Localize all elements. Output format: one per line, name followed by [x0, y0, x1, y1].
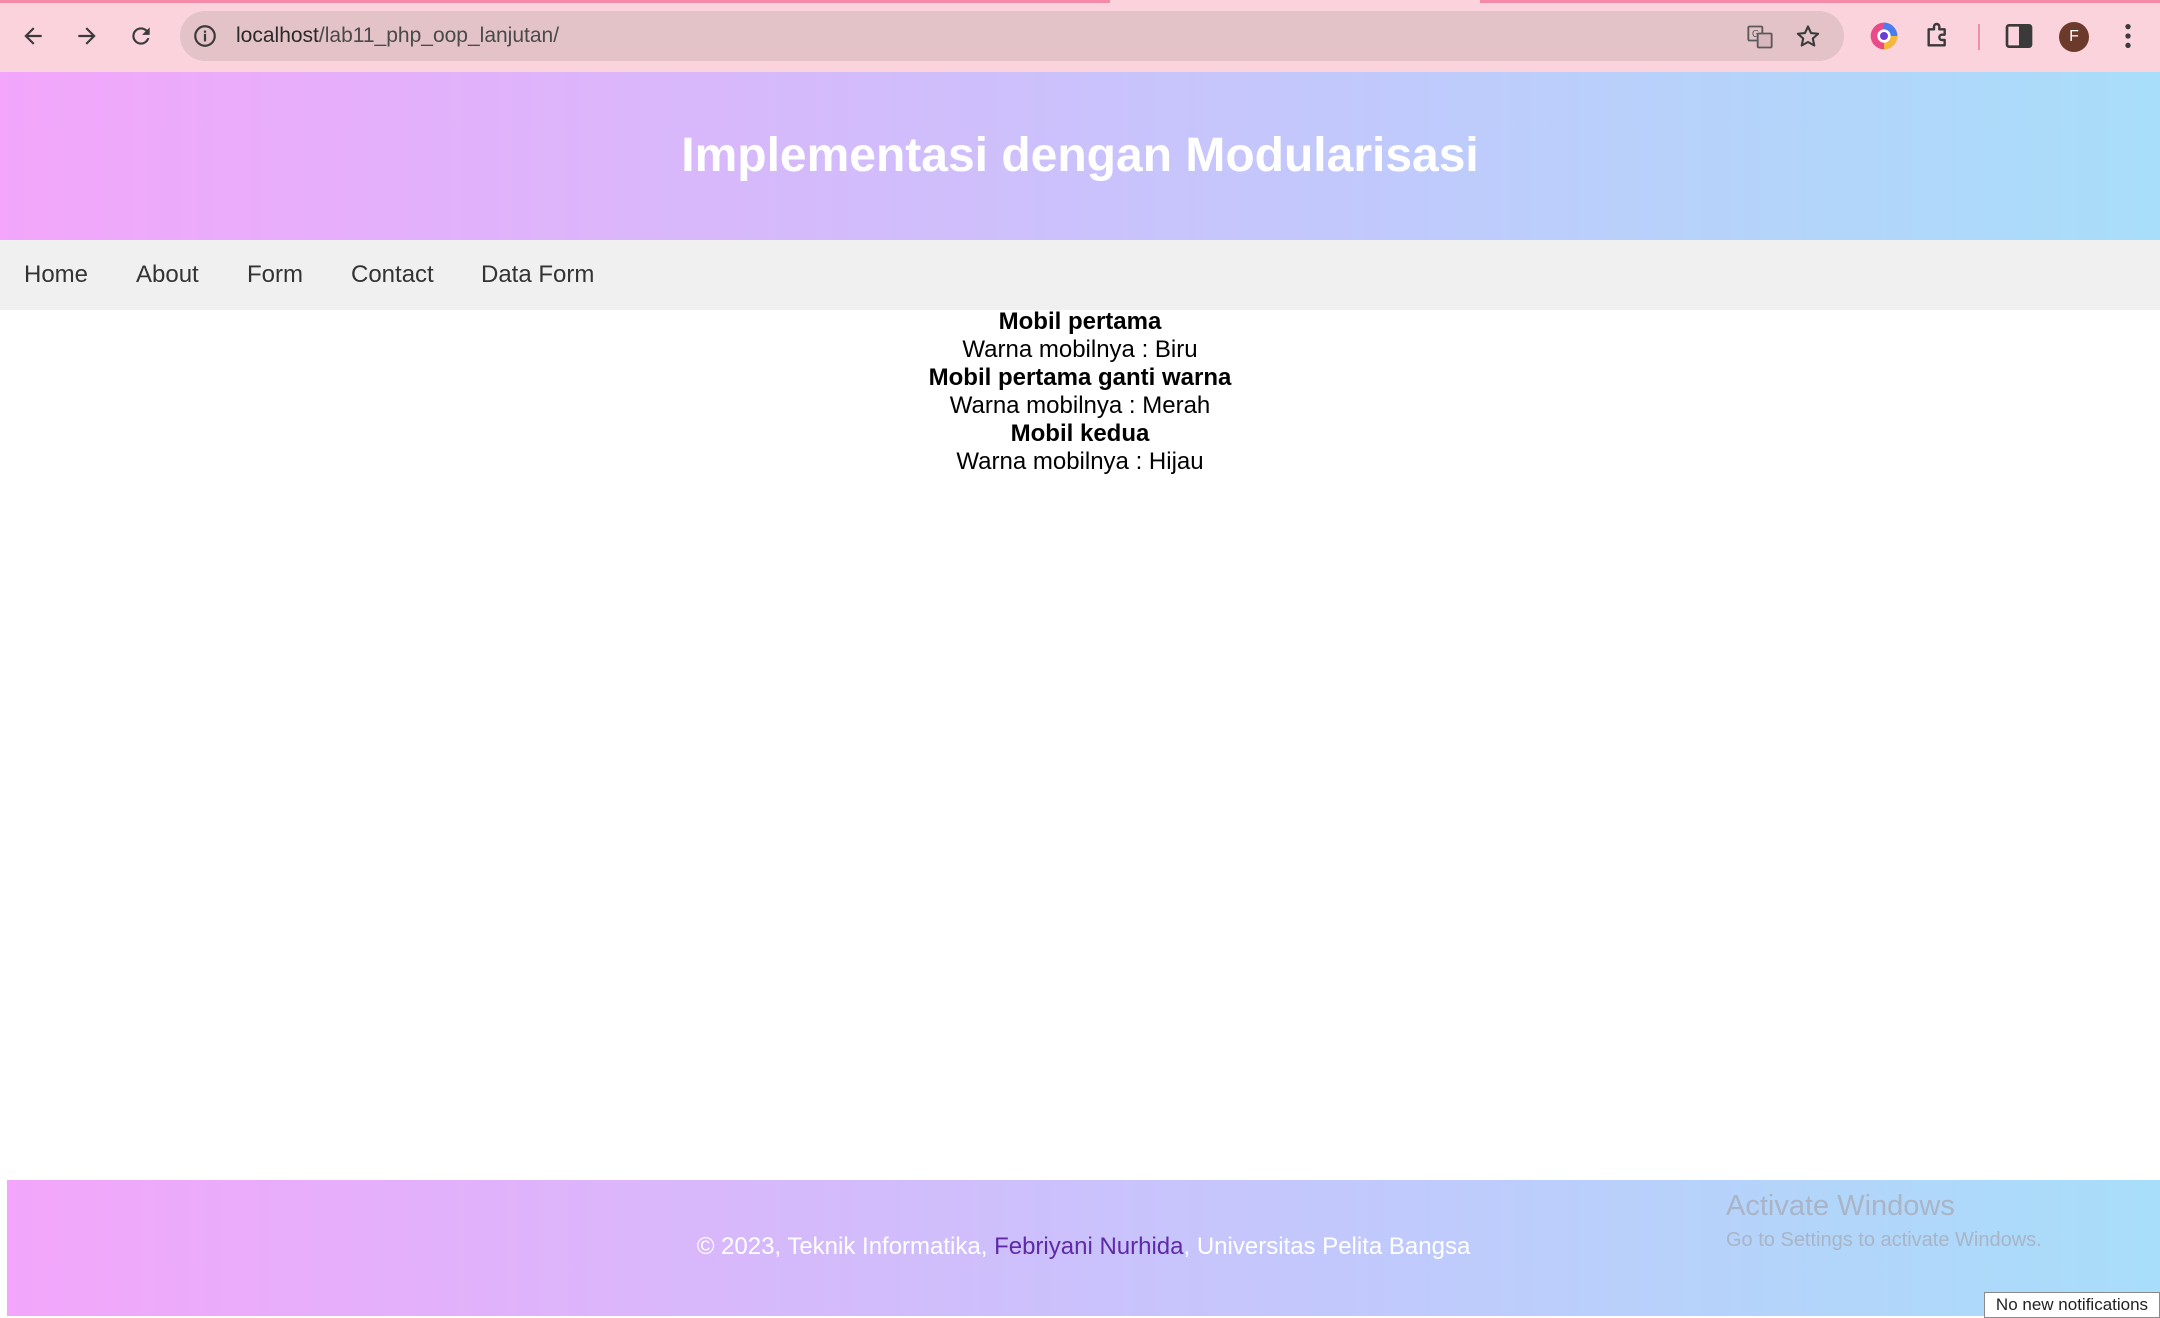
nav-link-form[interactable]: Form: [247, 240, 303, 310]
forward-button[interactable]: [68, 17, 106, 55]
main-nav: Home About Form Contact Data Form: [0, 240, 2160, 310]
tab-strip-accent: [0, 0, 1110, 3]
url-path: /lab11_php_oop_lanjutan/: [318, 24, 560, 47]
nav-link-data-form[interactable]: Data Form: [481, 240, 594, 310]
profile-avatar[interactable]: F: [2059, 22, 2089, 52]
reload-button[interactable]: [122, 17, 160, 55]
car-color-text: Warna mobilnya : Merah: [949, 392, 1211, 419]
car-heading: Mobil pertama: [998, 308, 1162, 335]
url-text[interactable]: localhost/lab11_php_oop_lanjutan/: [236, 11, 559, 61]
activate-windows-title: Activate Windows: [1726, 1190, 1955, 1222]
page-title: Implementasi dengan Modularisasi: [681, 129, 1479, 182]
more-menu-icon[interactable]: [2112, 20, 2144, 52]
nav-link-home[interactable]: Home: [24, 240, 88, 310]
nav-link-contact[interactable]: Contact: [351, 240, 434, 310]
car-heading: Mobil pertama ganti warna: [928, 364, 1232, 391]
reload-icon: [132, 27, 150, 45]
translate-icon[interactable]: G: [1746, 23, 1774, 51]
notification-tooltip: No new notifications: [1984, 1292, 2160, 1318]
nav-link-about[interactable]: About: [136, 240, 199, 310]
main-content: Mobil pertama Warna mobilnya : Biru Mobi…: [0, 308, 2160, 476]
tab-strip-accent: [1480, 0, 2160, 3]
activate-windows-watermark: Activate Windows Go to Settings to activ…: [1726, 1188, 2042, 1254]
site-info-icon[interactable]: [192, 23, 218, 49]
back-arrow-icon: [24, 27, 42, 45]
site-header: Implementasi dengan Modularisasi: [0, 72, 2160, 240]
bookmark-star-icon[interactable]: [1794, 23, 1822, 51]
toolbar-divider: [1978, 24, 1980, 50]
color-extension-icon[interactable]: [1868, 20, 1900, 52]
side-panel-icon[interactable]: [2003, 20, 2035, 52]
footer-prefix: © 2023, Teknik Informatika,: [696, 1233, 995, 1260]
footer-author-link[interactable]: Febriyani Nurhida: [994, 1233, 1183, 1260]
svg-text:G: G: [1752, 29, 1759, 40]
forward-arrow-icon: [78, 27, 96, 45]
extensions-puzzle-icon[interactable]: [1922, 20, 1954, 52]
address-bar[interactable]: localhost/lab11_php_oop_lanjutan/ G: [180, 11, 1844, 61]
footer-suffix: , Universitas Pelita Bangsa: [1183, 1233, 1471, 1260]
url-host: localhost: [236, 24, 319, 47]
car-color-text: Warna mobilnya : Biru: [962, 336, 1198, 363]
car-heading: Mobil kedua: [1010, 420, 1150, 447]
browser-toolbar: localhost/lab11_php_oop_lanjutan/ G F: [0, 0, 2160, 72]
car-color-text: Warna mobilnya : Hijau: [956, 448, 1204, 475]
back-button[interactable]: [14, 17, 52, 55]
activate-windows-subtitle: Go to Settings to activate Windows.: [1726, 1229, 2042, 1251]
